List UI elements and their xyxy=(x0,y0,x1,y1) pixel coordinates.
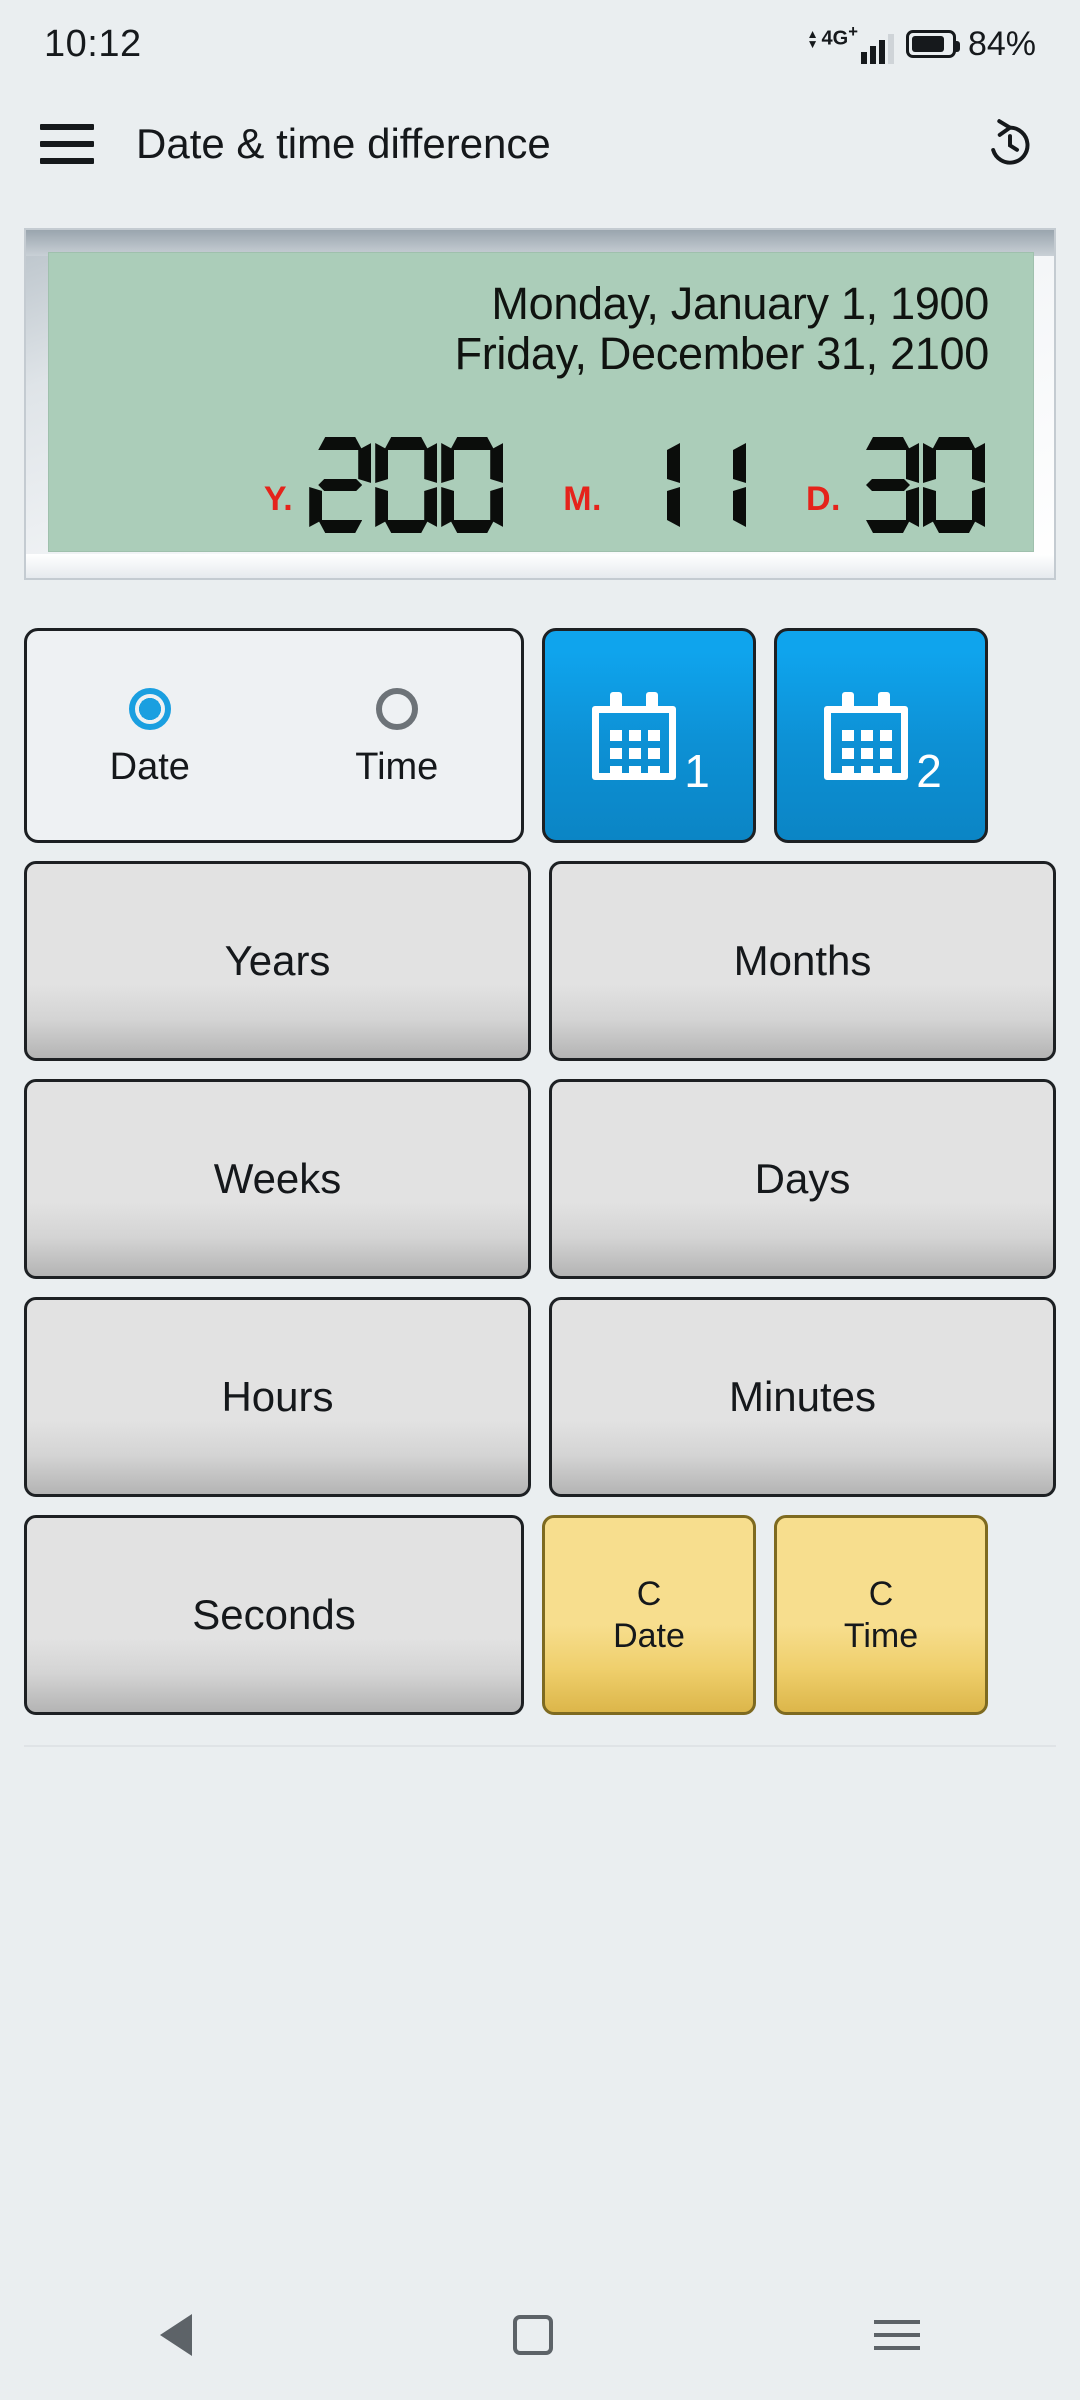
unit-button-minutes[interactable]: Minutes xyxy=(549,1297,1056,1497)
page-title: Date & time difference xyxy=(136,120,551,167)
date-picker-1-number: 1 xyxy=(684,745,710,797)
signal-strength-bars xyxy=(860,34,894,65)
phone-screen: 10:12 ▲▼ 4G+ 84% Date & time difference xyxy=(0,0,1080,2400)
lcd-date-lines: Monday, January 1, 1900 Friday, December… xyxy=(93,278,990,380)
date-from-label: Monday, January 1, 1900 xyxy=(491,278,989,329)
data-transfer-icon: ▲ ▼ xyxy=(806,27,819,52)
content-divider xyxy=(24,1745,1056,1747)
mode-option-time-label: Time xyxy=(355,746,439,788)
network-type-label: 4G+ xyxy=(821,21,858,50)
controls-grid: Date Time 1 2 Years Months Weeks Days Ho… xyxy=(24,628,1056,1715)
date-to-label: Friday, December 31, 2100 xyxy=(454,328,990,380)
date-picker-2-number: 2 xyxy=(916,745,942,797)
signal-bars-icon: ▲ ▼ 4G+ xyxy=(806,21,894,65)
clear-date-line1: C xyxy=(636,1574,662,1613)
segment-value-months xyxy=(618,437,750,533)
history-clock-icon[interactable] xyxy=(980,114,1040,174)
seven-segment-digit xyxy=(309,437,371,533)
unit-button-hours[interactable]: Hours xyxy=(24,1297,531,1497)
lcd-segment-row: Y. M. D. xyxy=(93,437,989,533)
mode-selector: Date Time xyxy=(24,628,524,843)
battery-percent-label: 84% xyxy=(967,24,1036,63)
segment-label-days: D. xyxy=(806,480,841,518)
app-bar: Date & time difference xyxy=(0,88,1080,200)
calendar-icon xyxy=(588,690,680,782)
unit-button-months[interactable]: Months xyxy=(549,861,1056,1061)
radio-unselected-icon xyxy=(375,688,418,730)
seven-segment-digit xyxy=(857,437,919,533)
status-indicators: ▲ ▼ 4G+ 84% xyxy=(806,21,1036,65)
android-nav-bar xyxy=(0,2270,1080,2400)
unit-button-seconds[interactable]: Seconds xyxy=(24,1515,524,1715)
hamburger-menu-icon[interactable] xyxy=(40,124,94,164)
seven-segment-digit xyxy=(618,437,680,533)
mode-option-time[interactable]: Time xyxy=(355,688,438,789)
radio-selected-icon xyxy=(128,688,171,730)
segment-label-years: Y. xyxy=(263,480,294,518)
lcd-frame: Monday, January 1, 1900 Friday, December… xyxy=(24,228,1056,580)
segment-value-years xyxy=(309,437,507,533)
row-hours-minutes: Hours Minutes xyxy=(24,1297,1056,1497)
seven-segment-digit xyxy=(375,437,437,533)
clear-time-line2: Time xyxy=(843,1617,919,1655)
seven-segment-digit xyxy=(441,437,503,533)
status-bar: 10:12 ▲ ▼ 4G+ 84% xyxy=(0,0,1080,88)
date-picker-1-button[interactable]: 1 xyxy=(542,628,756,843)
lcd-display: Monday, January 1, 1900 Friday, December… xyxy=(48,252,1034,552)
date-picker-2-button[interactable]: 2 xyxy=(774,628,988,843)
seven-segment-digit xyxy=(684,437,746,533)
row-seconds-clear: Seconds C Date C Time xyxy=(24,1515,1056,1715)
seven-segment-digit xyxy=(923,437,985,533)
unit-button-weeks[interactable]: Weeks xyxy=(24,1079,531,1279)
segment-value-days xyxy=(857,437,989,533)
back-triangle-icon[interactable] xyxy=(160,2314,193,2356)
segment-label-months: M. xyxy=(563,480,602,518)
row-years-months: Years Months xyxy=(24,861,1056,1061)
status-clock: 10:12 xyxy=(44,22,142,65)
recents-lines-icon[interactable] xyxy=(873,2320,920,2350)
unit-button-years[interactable]: Years xyxy=(24,861,531,1061)
row-mode-and-pickers: Date Time 1 2 xyxy=(24,628,1056,843)
mode-option-date[interactable]: Date xyxy=(110,688,190,789)
clear-time-button[interactable]: C Time xyxy=(774,1515,988,1715)
unit-button-days[interactable]: Days xyxy=(549,1079,1056,1279)
row-weeks-days: Weeks Days xyxy=(24,1079,1056,1279)
clear-date-button[interactable]: C Date xyxy=(542,1515,756,1715)
clear-time-line1: C xyxy=(868,1574,894,1613)
battery-icon xyxy=(905,30,960,58)
mode-option-date-label: Date xyxy=(109,746,190,788)
clear-date-line2: Date xyxy=(613,1617,685,1655)
calendar-icon xyxy=(820,690,912,782)
home-square-icon[interactable] xyxy=(512,2315,553,2355)
